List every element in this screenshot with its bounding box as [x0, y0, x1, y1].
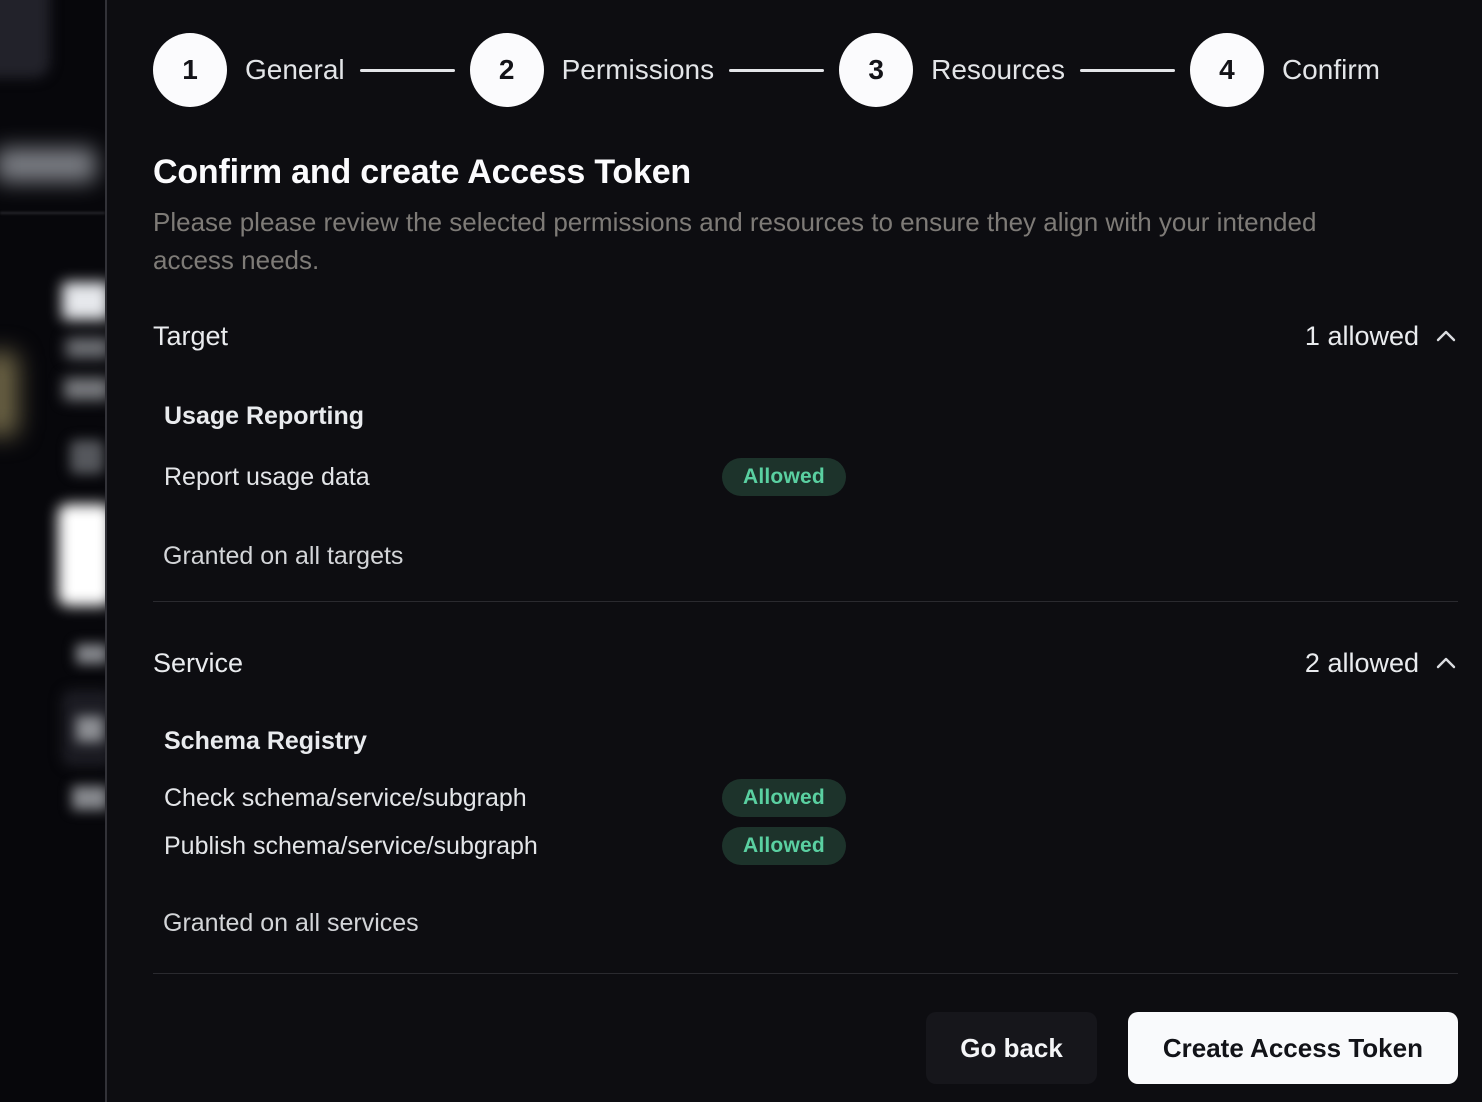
- step-general[interactable]: 1 General: [153, 33, 345, 107]
- blurred-nav-item: [0, 0, 50, 78]
- blurred-accent-shape: [0, 352, 18, 436]
- step-connector-line: [729, 69, 824, 72]
- blurred-text-line: [76, 716, 104, 742]
- allowed-count-label: 1 allowed: [1305, 321, 1419, 352]
- app-window: 1 General 2 Permissions 3 Resources 4 Co…: [0, 0, 1482, 1102]
- blurred-text-line: [64, 378, 105, 400]
- chevron-up-icon[interactable]: [1434, 653, 1458, 673]
- permission-row: Publish schema/service/subgraph Allowed: [164, 827, 1458, 865]
- chevron-up-icon[interactable]: [1434, 326, 1458, 346]
- blurred-background: [0, 0, 105, 1102]
- permission-label: Publish schema/service/subgraph: [164, 827, 722, 865]
- step-resources[interactable]: 3 Resources: [839, 33, 1065, 107]
- step-connector-line: [1080, 69, 1175, 72]
- step-confirm[interactable]: 4 Confirm: [1190, 33, 1380, 107]
- step-label: Confirm: [1282, 54, 1380, 86]
- step-number-circle: 4: [1190, 33, 1264, 107]
- target-section: Target 1 allowed Usage Reporting Report …: [153, 319, 1458, 572]
- create-access-token-button[interactable]: Create Access Token: [1128, 1012, 1458, 1084]
- permission-group-title: Usage Reporting: [164, 400, 1458, 432]
- section-title: Service: [153, 646, 243, 680]
- blurred-nav-label: [0, 148, 96, 182]
- blurred-text-line: [66, 338, 105, 358]
- status-badge: Allowed: [722, 779, 846, 817]
- permission-label: Report usage data: [164, 458, 722, 496]
- create-access-token-panel: 1 General 2 Permissions 3 Resources 4 Co…: [105, 0, 1482, 1102]
- blurred-icon: [70, 440, 104, 474]
- allowed-count-label: 2 allowed: [1305, 648, 1419, 679]
- step-number-circle: 2: [470, 33, 544, 107]
- step-label: Resources: [931, 54, 1065, 86]
- page-title: Confirm and create Access Token: [153, 151, 1458, 193]
- section-title: Target: [153, 319, 228, 353]
- footer-divider: [153, 973, 1458, 974]
- step-permissions[interactable]: 2 Permissions: [470, 33, 714, 107]
- allowed-count: 2 allowed: [1305, 648, 1458, 679]
- section-divider: [153, 601, 1458, 602]
- permission-label: Check schema/service/subgraph: [164, 779, 722, 817]
- page-subtitle: Please please review the selected permis…: [153, 203, 1393, 279]
- step-number-circle: 3: [839, 33, 913, 107]
- permission-group-title: Schema Registry: [164, 725, 1458, 757]
- status-badge: Allowed: [722, 827, 846, 865]
- blurred-text-line: [72, 786, 105, 810]
- go-back-button[interactable]: Go back: [926, 1012, 1097, 1084]
- blurred-white-card: [58, 504, 105, 606]
- permission-row: Check schema/service/subgraph Allowed: [164, 779, 1458, 817]
- permission-row: Report usage data Allowed: [164, 458, 1458, 496]
- allowed-count: 1 allowed: [1305, 321, 1458, 352]
- step-label: General: [245, 54, 345, 86]
- modal-footer: Go back Create Access Token: [153, 1012, 1458, 1084]
- granted-note: Granted on all targets: [163, 540, 1458, 572]
- service-section-header[interactable]: Service 2 allowed: [153, 646, 1458, 680]
- service-section: Service 2 allowed Schema Registry Check …: [153, 646, 1458, 939]
- step-label: Permissions: [562, 54, 714, 86]
- step-connector-line: [360, 69, 455, 72]
- blurred-text-line: [76, 644, 105, 664]
- target-section-header[interactable]: Target 1 allowed: [153, 319, 1458, 353]
- blurred-divider: [0, 212, 105, 214]
- granted-note: Granted on all services: [163, 907, 1458, 939]
- wizard-stepper: 1 General 2 Permissions 3 Resources 4 Co…: [153, 33, 1458, 107]
- step-number-circle: 1: [153, 33, 227, 107]
- blurred-heading: [62, 282, 105, 320]
- status-badge: Allowed: [722, 458, 846, 496]
